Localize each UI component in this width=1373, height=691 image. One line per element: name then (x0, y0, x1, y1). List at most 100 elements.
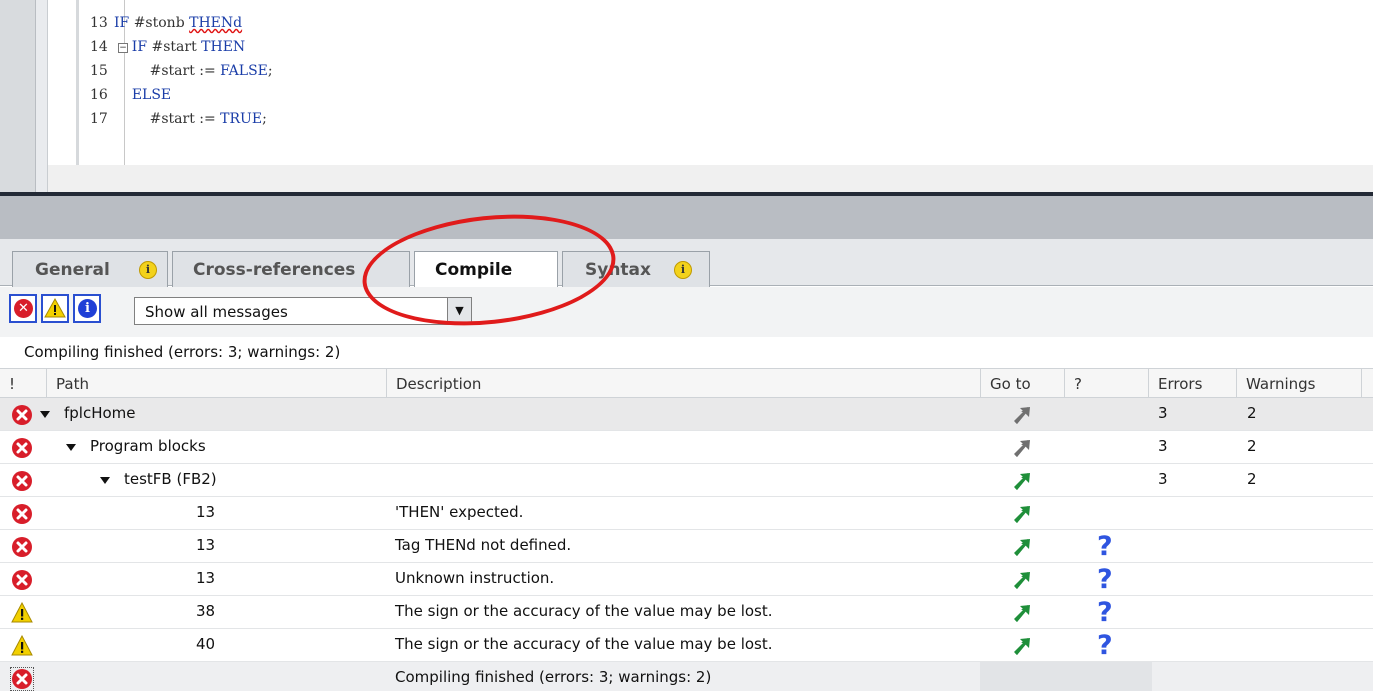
line-number: 13 (90, 15, 108, 31)
path-cell: testFB (FB2) (124, 470, 217, 488)
code-line[interactable]: 13 IF #stonb THENd (90, 11, 242, 35)
error-icon (11, 536, 33, 558)
error-icon (11, 437, 33, 459)
column-header-description[interactable]: Description (386, 369, 980, 399)
expand-triangle-icon[interactable] (66, 444, 76, 451)
path-cell: 13 (196, 536, 216, 554)
goto-arrow-icon[interactable] (1012, 570, 1032, 590)
error-icon (11, 404, 33, 426)
filter-info-button[interactable]: i (73, 294, 101, 323)
warnings-cell: 2 (1247, 404, 1257, 422)
tab-general[interactable]: General i (12, 251, 168, 287)
code-line[interactable]: 15 #start := FALSE; (90, 59, 273, 83)
column-header-help[interactable]: ? (1064, 369, 1148, 399)
goto-arrow-icon[interactable] (1012, 537, 1032, 557)
help-icon[interactable]: ? (1097, 597, 1113, 628)
description-cell: The sign or the accuracy of the value ma… (395, 602, 773, 620)
chevron-down-icon[interactable]: ▼ (447, 298, 471, 324)
cell-shade (980, 662, 1068, 691)
code-token: THENd (189, 15, 243, 31)
code-token: #start (151, 39, 202, 55)
description-cell: Compiling finished (errors: 3; warnings:… (395, 668, 712, 686)
error-icon (11, 503, 33, 525)
goto-arrow-icon[interactable] (1012, 471, 1032, 491)
table-row[interactable]: 13 Tag THENd not defined.? (0, 530, 1373, 563)
code-line[interactable]: 17 #start := TRUE; (90, 107, 267, 131)
goto-arrow-icon[interactable] (1012, 636, 1032, 656)
path-cell: 13 (196, 503, 216, 521)
goto-arrow-icon[interactable] (1012, 405, 1032, 425)
errors-cell: 3 (1158, 437, 1168, 455)
error-icon (11, 569, 33, 591)
code-token: #stonb (133, 15, 190, 31)
warnings-cell: 2 (1247, 437, 1257, 455)
description-cell: Tag THENd not defined. (395, 536, 572, 554)
table-row[interactable]: 13 'THEN' expected. (0, 497, 1373, 530)
path-cell: 13 (196, 569, 216, 587)
description-cell: Unknown instruction. (395, 569, 555, 587)
code-line[interactable]: 14 IF #start THEN (90, 35, 245, 59)
table-row[interactable]: 38 The sign or the accuracy of the value … (0, 596, 1373, 629)
warning-icon (44, 297, 66, 318)
warnings-cell: 2 (1247, 470, 1257, 488)
info-icon: i (139, 261, 157, 279)
error-icon (10, 667, 34, 691)
messages-table-header: ! Path Description Go to ? Errors Warnin… (0, 368, 1373, 399)
goto-arrow-icon[interactable] (1012, 504, 1032, 524)
goto-arrow-icon[interactable] (1012, 438, 1032, 458)
code-token: THEN (201, 39, 246, 55)
code-token: IF (114, 15, 134, 31)
table-row[interactable]: 13 Unknown instruction.? (0, 563, 1373, 596)
path-cell: Program blocks (90, 437, 206, 455)
editor-margin (36, 0, 48, 192)
help-icon[interactable]: ? (1097, 531, 1113, 562)
expand-triangle-icon[interactable] (40, 411, 50, 418)
column-header-severity[interactable]: ! (0, 369, 46, 399)
fold-toggle-icon[interactable]: − (118, 43, 128, 53)
help-icon[interactable]: ? (1097, 564, 1113, 595)
column-header-warnings[interactable]: Warnings (1236, 369, 1362, 399)
table-row[interactable]: fplcHome 3 2 (0, 398, 1373, 431)
line-number: 15 (90, 63, 108, 79)
inspector-header-area (0, 196, 1373, 239)
help-icon[interactable]: ? (1097, 630, 1113, 661)
description-cell: 'THEN' expected. (395, 503, 524, 521)
column-header-goto[interactable]: Go to (980, 369, 1064, 399)
editor-gutter (0, 0, 36, 192)
tab-compile[interactable]: Compile (414, 251, 558, 288)
line-number: 16 (90, 87, 108, 103)
warning-icon (11, 634, 33, 657)
table-row[interactable]: testFB (FB2) 3 2 (0, 464, 1373, 497)
line-number: 17 (90, 111, 108, 127)
column-header-path[interactable]: Path (46, 369, 386, 399)
message-filter-select[interactable]: Show all messages ▼ (134, 297, 472, 325)
goto-arrow-icon[interactable] (1012, 603, 1032, 623)
path-cell: 40 (196, 635, 216, 653)
code-token: ; (262, 111, 267, 127)
path-cell: 38 (196, 602, 216, 620)
table-row[interactable]: Program blocks 3 2 (0, 431, 1373, 464)
code-token: #start := (149, 111, 221, 127)
table-row[interactable]: Compiling finished (errors: 3; warnings:… (0, 662, 1373, 691)
filter-errors-button[interactable]: ✕ (9, 294, 37, 323)
errors-cell: 3 (1158, 470, 1168, 488)
error-icon (11, 470, 33, 492)
path-cell: fplcHome (64, 404, 136, 422)
code-token: TRUE (220, 111, 263, 127)
expand-triangle-icon[interactable] (100, 477, 110, 484)
description-cell: The sign or the accuracy of the value ma… (395, 635, 773, 653)
tab-syntax[interactable]: Syntax i (562, 251, 710, 287)
filter-warnings-button[interactable] (41, 294, 69, 323)
code-editor[interactable]: 13 IF #stonb THENd 14 IF #start THEN 15 #st… (0, 0, 1373, 192)
info-icon: i (674, 261, 692, 279)
table-row[interactable]: 40 The sign or the accuracy of the value … (0, 629, 1373, 662)
tab-cross-references[interactable]: Cross-references (172, 251, 410, 287)
warning-icon (11, 601, 33, 624)
column-header-errors[interactable]: Errors (1148, 369, 1236, 399)
code-line[interactable]: 16 ELSE (90, 83, 171, 107)
code-token: FALSE (220, 63, 268, 79)
code-token: ELSE (131, 87, 172, 103)
cell-shade (1064, 662, 1152, 691)
